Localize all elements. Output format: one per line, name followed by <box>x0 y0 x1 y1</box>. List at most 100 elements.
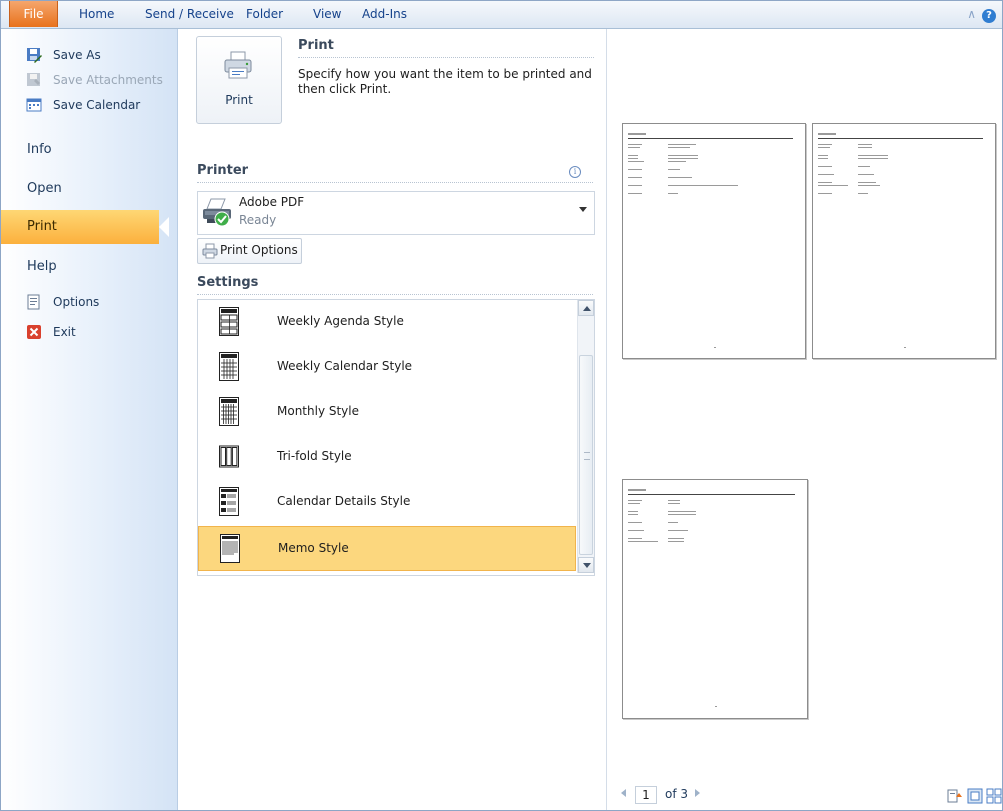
tab-send-receive[interactable]: Send / Receive <box>145 1 234 28</box>
print-settings-panel: Print Print Specify how you want the ite… <box>178 29 607 810</box>
page-line <box>668 541 684 542</box>
save-calendar-label: Save Calendar <box>53 98 141 112</box>
save-calendar-icon <box>26 98 42 112</box>
page-line <box>668 503 680 504</box>
monthly-style-icon <box>219 397 239 426</box>
page-footer-mark <box>904 347 906 348</box>
page-footer-mark <box>714 347 716 348</box>
memo-style-icon <box>220 534 240 563</box>
page-line <box>858 166 870 167</box>
page-line <box>818 147 830 148</box>
show-multiple-pages-icon[interactable] <box>947 788 963 804</box>
tab-home[interactable]: Home <box>79 1 114 28</box>
settings-heading: Settings <box>197 275 259 290</box>
page-line <box>818 174 834 175</box>
page-line <box>628 133 646 135</box>
preview-page-3[interactable] <box>622 479 808 719</box>
options-icon <box>27 294 40 310</box>
page-header-rule <box>628 138 793 139</box>
actual-size-icon[interactable] <box>967 788 983 804</box>
page-line <box>668 530 688 531</box>
scroll-up-icon[interactable] <box>578 300 594 316</box>
page-line <box>628 530 644 531</box>
next-page-icon[interactable] <box>695 789 700 797</box>
style-label: Calendar Details Style <box>277 494 411 508</box>
page-line <box>818 182 832 183</box>
save-as-label: Save As <box>53 48 101 62</box>
exit-label: Exit <box>53 325 76 339</box>
page-line <box>668 147 690 148</box>
nav-tab-info[interactable]: Info <box>1 133 177 167</box>
nav-tab-print[interactable]: Print <box>1 210 169 244</box>
style-option-weekly-agenda[interactable]: Weekly Agenda Style <box>198 300 576 345</box>
preview-page-1[interactable] <box>622 123 806 359</box>
previous-page-icon[interactable] <box>621 789 626 797</box>
weekly-calendar-style-icon <box>219 352 239 381</box>
calendar-details-style-icon <box>219 487 239 516</box>
style-label: Weekly Agenda Style <box>277 314 404 328</box>
scroll-down-icon[interactable] <box>578 557 594 573</box>
tab-add-ins[interactable]: Add-Ins <box>362 1 407 28</box>
print-button-label: Print <box>225 93 253 107</box>
outlook-backstage-window: File Home Send / Receive Folder View Add… <box>0 0 1003 811</box>
printer-info-icon[interactable]: i <box>569 166 581 178</box>
page-line <box>818 133 836 135</box>
page-line <box>858 185 880 186</box>
page-line <box>628 185 642 186</box>
page-line <box>668 169 680 170</box>
style-option-monthly[interactable]: Monthly Style <box>198 390 576 435</box>
tab-file[interactable]: File <box>9 1 58 27</box>
page-line <box>668 500 680 501</box>
page-line <box>668 161 686 162</box>
print-preview-panel: 1 of 3 <box>607 29 1002 810</box>
printer-heading: Printer <box>197 163 249 178</box>
page-line <box>628 155 638 156</box>
minimize-ribbon-icon[interactable]: ∧ <box>967 7 976 21</box>
page-line <box>628 541 658 542</box>
page-line <box>818 166 832 167</box>
page-line <box>628 169 642 170</box>
preview-page-2[interactable] <box>812 123 996 359</box>
page-line <box>668 158 698 159</box>
page-count: of 3 <box>665 787 689 801</box>
print-heading: Print <box>298 38 334 53</box>
print-description: Specify how you want the item to be prin… <box>298 67 592 96</box>
current-page-input[interactable]: 1 <box>635 786 657 804</box>
print-style-list: Weekly Agenda Style Weekly Calendar Styl… <box>197 299 595 576</box>
options-label: Options <box>53 295 100 309</box>
page-line <box>858 158 888 159</box>
page-line <box>818 193 832 194</box>
nav-tab-help[interactable]: Help <box>1 250 177 284</box>
fit-to-page-icon[interactable] <box>986 788 1002 804</box>
page-line <box>628 511 638 512</box>
print-options-button[interactable]: Print Options <box>197 238 302 264</box>
settings-divider <box>197 294 593 295</box>
style-option-calendar-details[interactable]: Calendar Details Style <box>198 480 576 525</box>
page-line <box>858 144 872 145</box>
page-line <box>628 193 642 194</box>
page-line <box>668 193 678 194</box>
page-line <box>668 511 696 512</box>
printer-dropdown[interactable]: Adobe PDF Ready <box>197 191 595 235</box>
scrollbar-thumb[interactable] <box>579 355 593 555</box>
style-option-weekly-calendar[interactable]: Weekly Calendar Style <box>198 345 576 390</box>
page-line <box>818 144 832 145</box>
page-line <box>818 155 828 156</box>
tab-folder[interactable]: Folder <box>246 1 283 28</box>
style-option-memo[interactable]: Memo Style <box>198 526 576 571</box>
style-option-tri-fold[interactable]: Tri-fold Style <box>198 435 576 480</box>
style-label: Monthly Style <box>277 404 360 418</box>
page-line <box>628 500 642 501</box>
style-list-scrollbar[interactable] <box>577 300 594 573</box>
page-line <box>628 161 644 162</box>
print-options-label: Print Options <box>220 243 298 257</box>
print-button[interactable]: Print <box>196 36 282 124</box>
nav-tab-open[interactable]: Open <box>1 172 177 206</box>
page-header-rule <box>628 494 795 495</box>
tab-view[interactable]: View <box>313 1 341 28</box>
help-icon[interactable]: ? <box>982 9 996 23</box>
print-options-icon <box>202 243 218 259</box>
page-line <box>628 489 646 491</box>
printer-divider <box>197 182 593 183</box>
page-line <box>628 503 640 504</box>
